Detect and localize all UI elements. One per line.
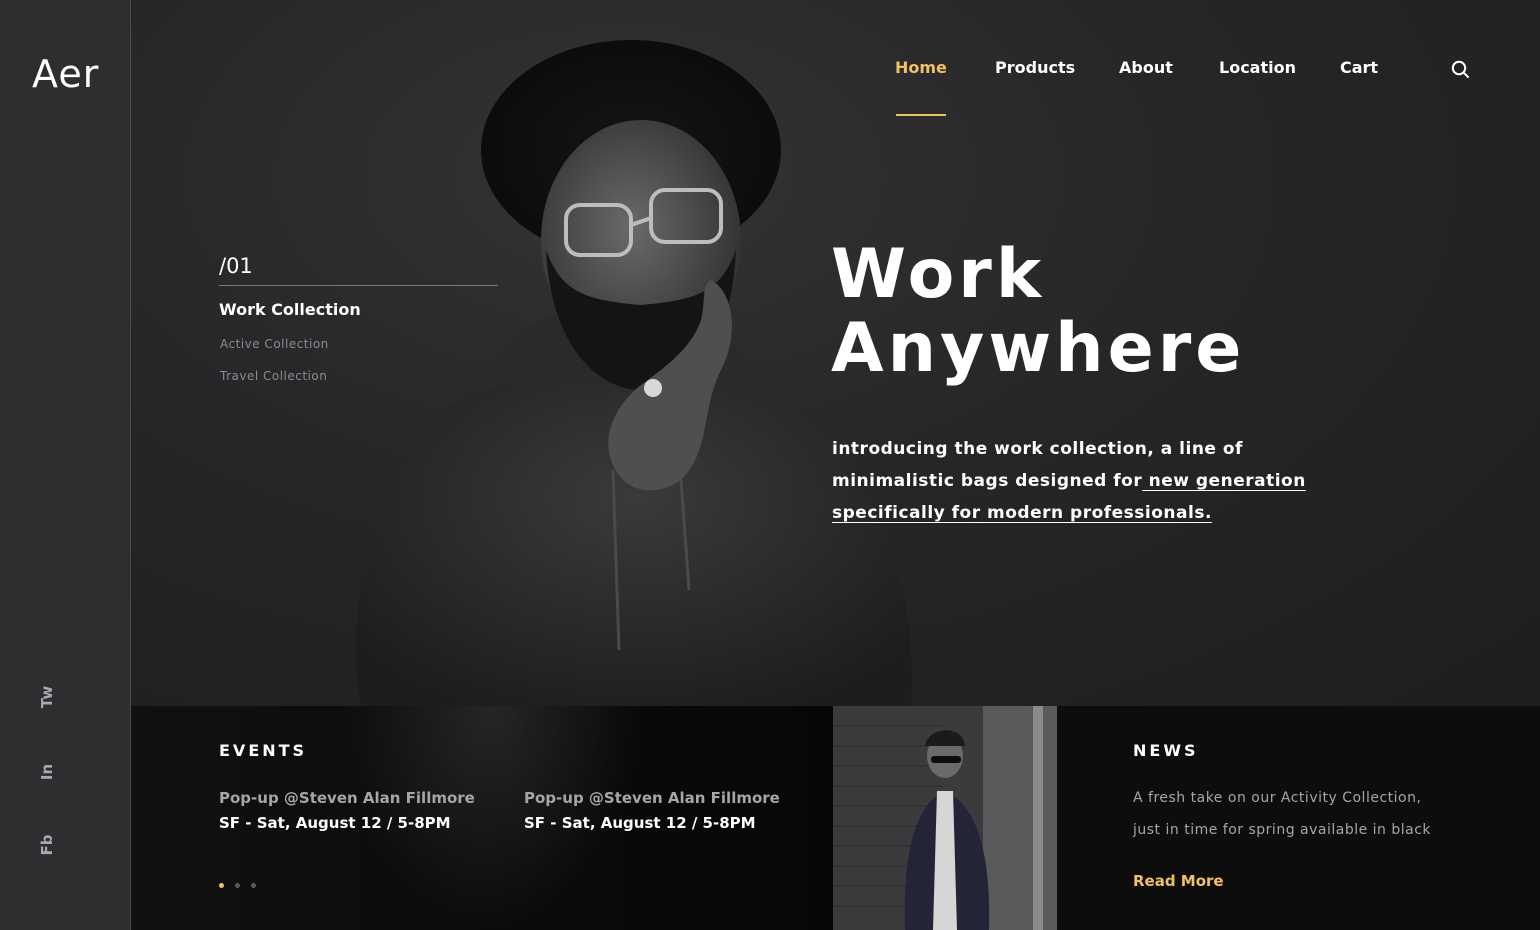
nav-location[interactable]: Location (1219, 58, 1296, 77)
social-linkedin-link[interactable]: In (38, 764, 56, 780)
slider-dot-2[interactable] (235, 883, 240, 888)
nav-products[interactable]: Products (995, 58, 1075, 77)
slide-index: /01 (219, 254, 253, 278)
collection-work[interactable]: Work Collection (219, 300, 361, 319)
slider-dot-1[interactable] (219, 883, 224, 888)
brand-logo[interactable]: Aer (32, 52, 99, 96)
hero-intro: introducing the work collection, a line … (832, 433, 1352, 529)
collection-active[interactable]: Active Collection (220, 337, 329, 351)
slider-dot-3[interactable] (251, 883, 256, 888)
slide-divider (219, 285, 498, 286)
event-2-detail: SF - Sat, August 12 / 5-8PM (524, 814, 756, 832)
news-photo (833, 706, 1057, 930)
social-facebook-link[interactable]: Fb (38, 835, 56, 856)
news-text: A fresh take on our Activity Collection,… (1133, 790, 1432, 838)
search-icon[interactable] (1451, 60, 1470, 79)
read-more-link[interactable]: Read More (1133, 872, 1224, 890)
left-rail (0, 0, 131, 930)
news-title: NEWS (1133, 741, 1199, 760)
nav-cart[interactable]: Cart (1340, 58, 1378, 77)
nav-about[interactable]: About (1119, 58, 1173, 77)
event-1-name[interactable]: Pop-up @Steven Alan Fillmore (219, 789, 475, 807)
hero-headline: Work Anywhere (831, 238, 1451, 386)
social-twitter-link[interactable]: Tw (38, 686, 56, 708)
event-2-name[interactable]: Pop-up @Steven Alan Fillmore (524, 789, 780, 807)
collection-travel[interactable]: Travel Collection (220, 369, 327, 383)
headline-line-2: Anywhere (831, 309, 1246, 388)
events-title: EVENTS (219, 741, 308, 760)
event-1-detail: SF - Sat, August 12 / 5-8PM (219, 814, 451, 832)
headline-line-1: Work (831, 235, 1046, 314)
nav-home[interactable]: Home (895, 58, 947, 116)
